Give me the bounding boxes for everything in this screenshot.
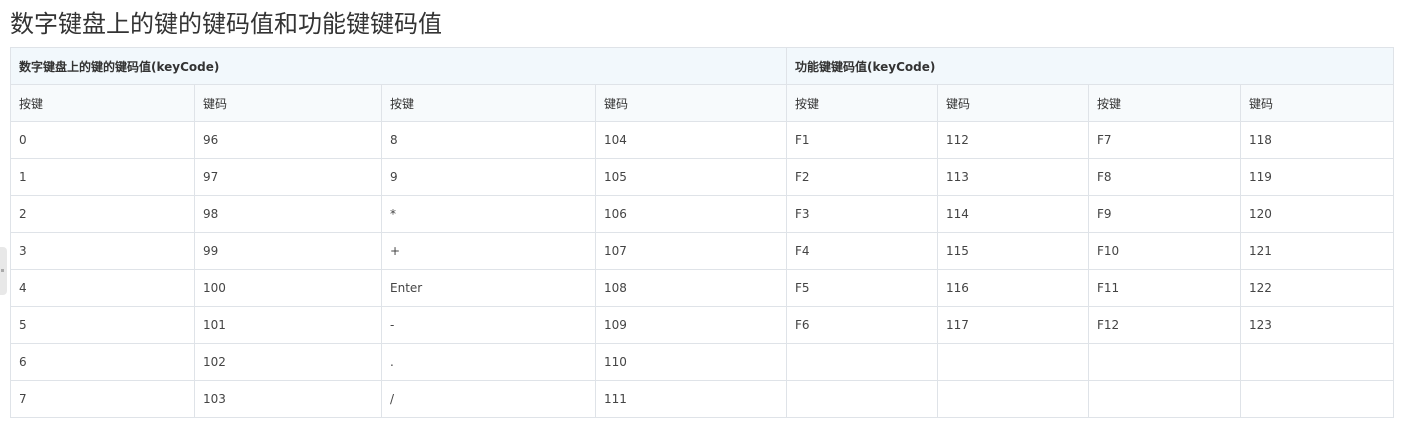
- column-header-keycode: 键码: [937, 84, 1089, 122]
- column-header-row: 按键 键码 按键 键码 按键 键码 按键 键码: [10, 84, 1394, 122]
- key-name-cell: F5: [786, 269, 938, 307]
- key-name-cell: 4: [10, 269, 195, 307]
- column-header-keycode: 键码: [194, 84, 382, 122]
- column-header-keycode: 键码: [595, 84, 787, 122]
- column-header-key: 按键: [381, 84, 596, 122]
- keycode-cell: [1240, 343, 1394, 381]
- table-row: 0 96 8 104 F1 112 F7 118: [10, 121, 1394, 159]
- table-row: 6 102. 110: [10, 343, 1394, 381]
- side-collapse-handle[interactable]: [0, 247, 7, 295]
- keycode-cell: 104: [595, 121, 787, 159]
- keycode-cell: [937, 380, 1089, 418]
- keycode-cell: 98: [194, 195, 382, 233]
- key-name-cell: 9: [381, 158, 596, 196]
- table-row: 1 97 9 105 F2 113 F8 119: [10, 158, 1394, 196]
- key-name-cell: 6: [10, 343, 195, 381]
- keycode-cell: 110: [595, 343, 787, 381]
- keycode-cell: [937, 343, 1089, 381]
- table-row: 2 98 * 106 F3 114 F9 120: [10, 195, 1394, 233]
- keycode-cell: 108: [595, 269, 787, 307]
- keycode-cell: 118: [1240, 121, 1394, 159]
- keycode-cell: 111: [595, 380, 787, 418]
- column-header-key: 按键: [10, 84, 195, 122]
- keycode-cell: 122: [1240, 269, 1394, 307]
- group-header-function-keys: 功能键键码值(keyCode): [786, 47, 1394, 85]
- table-row: 4 100 Enter 108 F5 116 F11 122: [10, 269, 1394, 307]
- keycode-cell: 109: [595, 306, 787, 344]
- keycode-cell: 107: [595, 232, 787, 270]
- keycode-table: 数字键盘上的键的键码值(keyCode) 功能键键码值(keyCode) 按键 …: [10, 47, 1394, 418]
- key-name-cell: -: [381, 306, 596, 344]
- keycode-cell: 106: [595, 195, 787, 233]
- key-name-cell: 1: [10, 158, 195, 196]
- column-header-key: 按键: [1088, 84, 1241, 122]
- table-row: 5 101-109 F6 117 F12 123: [10, 306, 1394, 344]
- column-header-keycode: 键码: [1240, 84, 1394, 122]
- key-name-cell: 8: [381, 121, 596, 159]
- key-name-cell: 5: [10, 306, 195, 344]
- keycode-cell: 101: [194, 306, 382, 344]
- keycode-cell: 112: [937, 121, 1089, 159]
- keycode-cell: 116: [937, 269, 1089, 307]
- keycode-cell: 113: [937, 158, 1089, 196]
- key-name-cell: F9: [1088, 195, 1241, 233]
- key-name-cell: 3: [10, 232, 195, 270]
- keycode-cell: 123: [1240, 306, 1394, 344]
- keycode-cell: 105: [595, 158, 787, 196]
- group-header-numpad: 数字键盘上的键的键码值(keyCode): [10, 47, 787, 85]
- key-name-cell: 2: [10, 195, 195, 233]
- keycode-cell: 115: [937, 232, 1089, 270]
- key-name-cell: F1: [786, 121, 938, 159]
- key-name-cell: F6: [786, 306, 938, 344]
- key-name-cell: F8: [1088, 158, 1241, 196]
- keycode-cell: [1240, 380, 1394, 418]
- key-name-cell: F2: [786, 158, 938, 196]
- keycode-cell: 99: [194, 232, 382, 270]
- key-name-cell: F7: [1088, 121, 1241, 159]
- key-name-cell: F12: [1088, 306, 1241, 344]
- keycode-cell: 102: [194, 343, 382, 381]
- keycode-cell: 121: [1240, 232, 1394, 270]
- page-title: 数字键盘上的键的键码值和功能键键码值: [10, 10, 442, 38]
- keycode-cell: 114: [937, 195, 1089, 233]
- key-name-cell: [1088, 380, 1241, 418]
- column-header-key: 按键: [786, 84, 938, 122]
- table-row: 3 99 +107 F4 115 F10 121: [10, 232, 1394, 270]
- key-name-cell: 7: [10, 380, 195, 418]
- key-name-cell: [786, 343, 938, 381]
- keycode-cell: 119: [1240, 158, 1394, 196]
- keycode-cell: 100: [194, 269, 382, 307]
- key-name-cell: *: [381, 195, 596, 233]
- key-name-cell: +: [381, 232, 596, 270]
- key-name-cell: F10: [1088, 232, 1241, 270]
- key-name-cell: F3: [786, 195, 938, 233]
- group-header-row: 数字键盘上的键的键码值(keyCode) 功能键键码值(keyCode): [10, 47, 1394, 85]
- table-row: 7 103/111: [10, 380, 1394, 418]
- keycode-cell: 97: [194, 158, 382, 196]
- key-name-cell: F11: [1088, 269, 1241, 307]
- keycode-cell: 117: [937, 306, 1089, 344]
- key-name-cell: .: [381, 343, 596, 381]
- keycode-cell: 96: [194, 121, 382, 159]
- key-name-cell: [1088, 343, 1241, 381]
- keycode-cell: 120: [1240, 195, 1394, 233]
- key-name-cell: 0: [10, 121, 195, 159]
- keycode-cell: 103: [194, 380, 382, 418]
- key-name-cell: F4: [786, 232, 938, 270]
- key-name-cell: [786, 380, 938, 418]
- key-name-cell: Enter: [381, 269, 596, 307]
- key-name-cell: /: [381, 380, 596, 418]
